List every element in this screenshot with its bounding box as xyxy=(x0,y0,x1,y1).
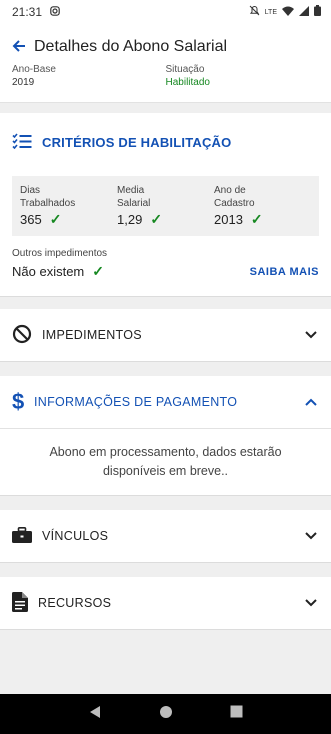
recents-icon[interactable] xyxy=(230,705,243,723)
others-block: Outros impedimentos Não existem ✓ xyxy=(12,248,107,280)
stat-label: Salarial xyxy=(117,198,151,209)
criteria-title: CRITÉRIOS DE HABILITAÇÃO xyxy=(42,135,232,150)
others-value: Não existem xyxy=(12,264,85,279)
pagamento-message: Abono em processamento, dados estarão di… xyxy=(0,428,331,495)
others-label: Outros impedimentos xyxy=(12,248,108,259)
mute-icon xyxy=(249,5,260,19)
chevron-down-icon xyxy=(305,328,317,342)
document-icon xyxy=(12,591,28,615)
recursos-label: RECURSOS xyxy=(38,596,112,610)
stat-label: Dias xyxy=(20,185,41,196)
ano-base-label: Ano-Base xyxy=(12,64,56,75)
ano-base-block: Ano-Base 2019 xyxy=(12,64,166,88)
vinculos-label: VÍNCULOS xyxy=(42,529,109,543)
situacao-label: Situação xyxy=(165,64,205,75)
criteria-title-row: CRITÉRIOS DE HABILITAÇÃO xyxy=(12,133,319,152)
impedimentos-section[interactable]: IMPEDIMENTOS xyxy=(0,309,331,362)
recursos-section[interactable]: RECURSOS xyxy=(0,577,331,630)
briefcase-icon xyxy=(12,526,32,546)
pagamento-label: INFORMAÇÕES DE PAGAMENTO xyxy=(34,395,238,409)
signal-icon xyxy=(299,5,309,19)
stat-value: 2013 xyxy=(214,212,243,227)
check-icon: ✓ xyxy=(150,211,163,227)
stat-label: Media xyxy=(117,185,145,196)
chevron-up-icon xyxy=(305,395,317,409)
stat-ano-cadastro: Ano de Cadastro 2013 ✓ xyxy=(214,184,311,228)
criteria-stats: Dias Trabalhados 365 ✓ Media Salarial 1,2… xyxy=(12,176,319,236)
instagram-icon xyxy=(50,5,60,19)
chevron-down-icon xyxy=(305,529,317,543)
saiba-mais-link[interactable]: SAIBA MAIS xyxy=(250,266,319,280)
stat-value: 1,29 xyxy=(117,212,143,227)
app-header: Detalhes do Abono Salarial Ano-Base 2019… xyxy=(0,24,331,103)
chevron-down-icon xyxy=(305,596,317,610)
ano-base-value: 2019 xyxy=(12,77,35,88)
back-icon[interactable] xyxy=(88,705,102,724)
criteria-card: CRITÉRIOS DE HABILITAÇÃO Dias Trabalhado… xyxy=(0,113,331,297)
vinculos-section[interactable]: VÍNCULOS xyxy=(0,510,331,563)
stat-media-salarial: Media Salarial 1,29 ✓ xyxy=(117,184,214,228)
check-icon: ✓ xyxy=(250,211,263,227)
page-title: Detalhes do Abono Salarial xyxy=(34,38,228,55)
back-arrow-icon[interactable] xyxy=(12,39,26,56)
situacao-value: Habilitado xyxy=(165,77,210,88)
network-label: LTE xyxy=(264,8,277,16)
stat-value: 365 xyxy=(20,212,42,227)
checklist-icon xyxy=(12,133,32,152)
pagamento-section: $ INFORMAÇÕES DE PAGAMENTO Abono em proc… xyxy=(0,376,331,496)
stat-label: Trabalhados xyxy=(20,198,76,209)
pagamento-header[interactable]: $ INFORMAÇÕES DE PAGAMENTO xyxy=(0,376,331,428)
status-time: 21:31 xyxy=(12,5,43,19)
block-icon xyxy=(12,324,32,347)
stat-label: Cadastro xyxy=(214,198,255,209)
check-icon: ✓ xyxy=(92,263,104,279)
wifi-icon xyxy=(282,6,294,19)
android-nav-bar xyxy=(0,694,331,734)
situacao-block: Situação Habilitado xyxy=(166,64,320,88)
stat-dias-trabalhados: Dias Trabalhados 365 ✓ xyxy=(20,184,117,228)
stat-label: Ano de xyxy=(214,185,246,196)
check-icon: ✓ xyxy=(49,211,62,227)
status-bar: 21:31 LTE xyxy=(0,0,331,24)
impedimentos-label: IMPEDIMENTOS xyxy=(42,328,142,342)
dollar-icon: $ xyxy=(12,389,25,414)
home-icon[interactable] xyxy=(159,705,173,724)
battery-icon xyxy=(314,5,321,19)
